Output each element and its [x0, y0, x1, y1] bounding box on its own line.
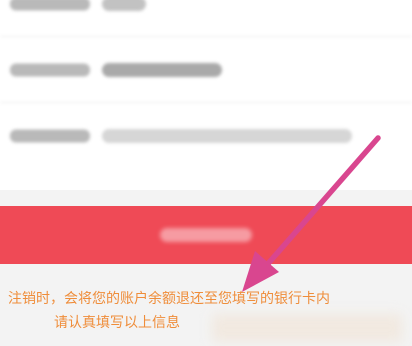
notice-line-1: 注销时，会将您的账户余额退还至您填写的银行卡内: [8, 291, 330, 307]
card-number-label-placeholder: [10, 129, 90, 143]
form-row-card-number[interactable]: [0, 104, 412, 168]
submit-button[interactable]: [0, 206, 412, 264]
bank-label-placeholder: [10, 63, 90, 77]
cancel-account-page: 注销时，会将您的账户余额退还至您填写的银行卡内 请认真填写以上信息: [0, 0, 412, 346]
card-number-input-placeholder[interactable]: [102, 129, 352, 143]
bank-value-placeholder: [102, 63, 222, 77]
field-label-placeholder: [10, 0, 90, 11]
form-row-bank[interactable]: [0, 38, 412, 103]
blurred-overlay: [212, 314, 402, 342]
field-value-placeholder: [102, 0, 146, 11]
form-row-top[interactable]: [0, 0, 412, 37]
submit-label-placeholder: [160, 228, 252, 242]
account-form: [0, 0, 412, 190]
